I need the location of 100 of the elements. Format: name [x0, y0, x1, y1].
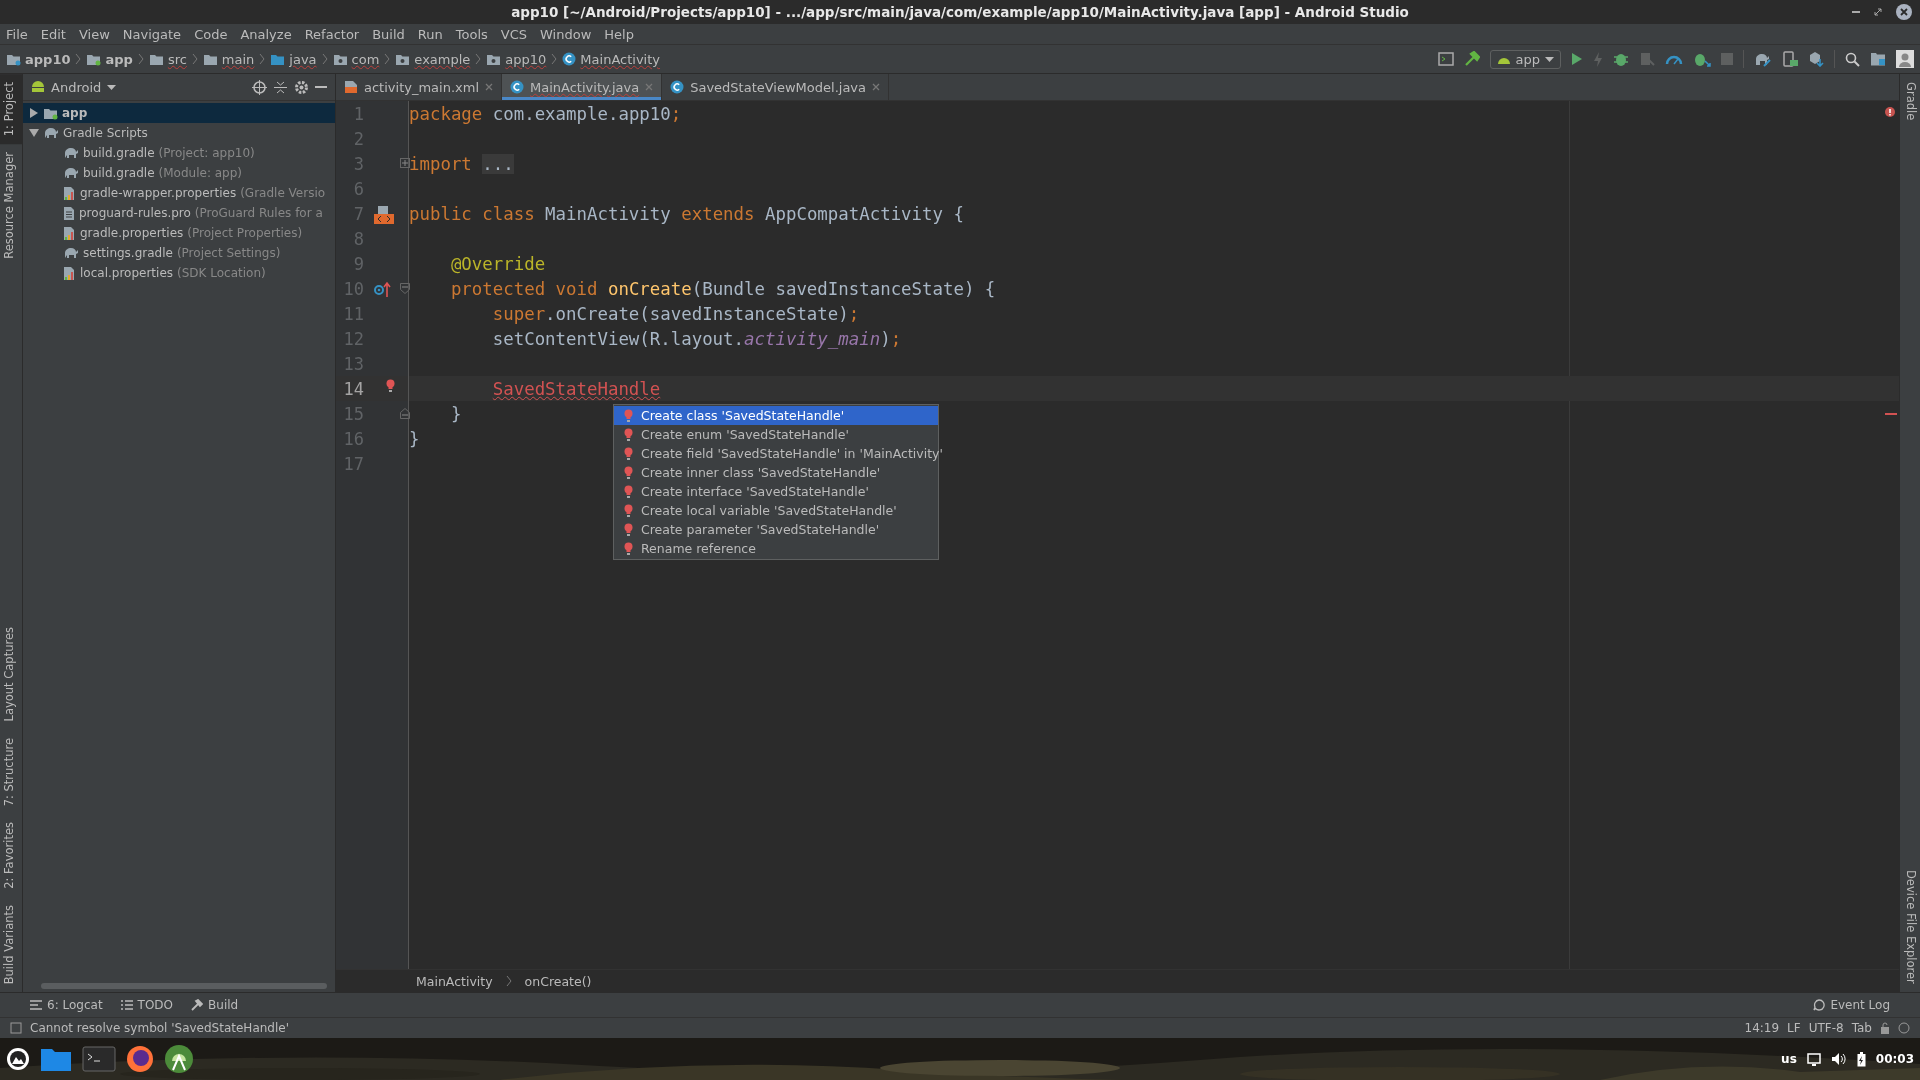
breadcrumb[interactable]: src [148, 51, 187, 67]
menu-item[interactable]: View [78, 26, 110, 42]
close-tab-icon[interactable] [485, 83, 493, 91]
search-icon[interactable] [1845, 51, 1860, 67]
project-view-dropdown[interactable]: Android [51, 79, 102, 95]
close-icon[interactable] [1896, 4, 1912, 20]
tool-window-tab[interactable]: Build Variants [0, 896, 22, 992]
tool-window-tab[interactable]: 6: Logcat [30, 998, 103, 1012]
menu-item[interactable]: Run [417, 26, 443, 42]
gauge-icon[interactable] [1665, 53, 1683, 65]
tree-item[interactable]: app [62, 106, 88, 120]
menu-item[interactable]: Refactor [304, 26, 360, 42]
tree-item[interactable]: gradle-wrapper.properties [80, 186, 237, 200]
run-icon[interactable] [1571, 52, 1583, 66]
breadcrumb[interactable]: app10 [6, 51, 71, 67]
scrollbar-thumb[interactable] [41, 983, 327, 989]
menu-item[interactable]: Tools [455, 26, 488, 42]
popup-item[interactable]: Create local variable 'SavedStateHandle' [614, 501, 938, 520]
popup-item[interactable]: Rename reference [614, 539, 938, 558]
status-item[interactable]: UTF-8 [1808, 1021, 1844, 1035]
override-icon[interactable] [374, 281, 392, 297]
attach-debugger-icon[interactable] [1693, 51, 1711, 67]
fold-expand-icon[interactable] [400, 158, 410, 168]
speaker-icon[interactable] [1830, 1052, 1847, 1066]
device-screen-icon[interactable] [1437, 52, 1454, 66]
collapse-all-icon[interactable] [273, 79, 288, 95]
breadcrumb[interactable]: example [395, 51, 471, 67]
dropdown-caret-icon[interactable] [107, 84, 117, 90]
tree-item[interactable]: local.properties [80, 266, 173, 280]
menu-item[interactable]: Help [604, 26, 634, 42]
tool-window-tab[interactable]: 2: Favorites [0, 813, 22, 897]
editor-tab[interactable]: MainActivity.java [502, 74, 663, 100]
tool-window-tab[interactable]: Resource Manager [0, 144, 22, 267]
expanded-arrow-icon[interactable] [29, 128, 39, 138]
status-item[interactable]: Tab [1851, 1021, 1872, 1035]
status-item[interactable]: 14:19 [1744, 1021, 1780, 1035]
avd-manager-icon[interactable] [1782, 51, 1798, 67]
tree-item[interactable]: build.gradle [83, 146, 155, 160]
fold-marker-icon[interactable] [400, 283, 410, 294]
terminal-icon[interactable] [82, 1046, 116, 1072]
popup-item[interactable]: Create parameter 'SavedStateHandle' [614, 520, 938, 539]
breadcrumb[interactable]: app10 [486, 51, 547, 67]
breadcrumb[interactable]: java [270, 51, 317, 67]
menu-item[interactable]: Code [194, 26, 228, 42]
tool-window-tab[interactable]: Device File Explorer [1900, 862, 1920, 992]
tool-window-tab[interactable]: Build [191, 998, 239, 1012]
popup-item[interactable]: Create enum 'SavedStateHandle' [614, 425, 938, 444]
battery-icon[interactable] [1856, 1051, 1866, 1067]
menu-item[interactable]: File [6, 26, 28, 42]
bulb-icon [624, 522, 633, 537]
sdk-manager-icon[interactable] [1808, 51, 1824, 67]
keyboard-layout[interactable]: us [1781, 1052, 1797, 1066]
android-studio-icon[interactable] [164, 1044, 194, 1074]
menu-item[interactable]: Window [540, 26, 592, 42]
breadcrumb[interactable]: onCreate() [524, 973, 592, 989]
event-log-button[interactable]: Event Log [1813, 998, 1890, 1012]
tree-item[interactable]: Gradle Scripts [63, 126, 148, 140]
menu-item[interactable]: Build [372, 26, 405, 42]
target-icon[interactable] [252, 79, 267, 95]
monitor-icon[interactable] [1806, 1052, 1821, 1066]
tool-window-tab[interactable]: 1: Project [0, 74, 22, 145]
hammer-icon[interactable] [1463, 51, 1480, 67]
panel-toggle-icon[interactable] [10, 1022, 22, 1034]
breadcrumb[interactable]: main [202, 51, 255, 67]
breadcrumb[interactable]: MainActivity [562, 51, 660, 67]
tool-window-tab[interactable]: Layout Captures [0, 619, 22, 730]
user-icon[interactable] [1896, 50, 1914, 68]
layout-file-icon[interactable] [374, 206, 394, 224]
project-structure-icon[interactable] [1870, 52, 1886, 66]
breadcrumb[interactable]: app [86, 51, 133, 67]
collapsed-arrow-icon[interactable] [29, 108, 39, 118]
popup-item[interactable]: Create interface 'SavedStateHandle' [614, 482, 938, 501]
settings-icon[interactable] [294, 79, 309, 95]
menu-item[interactable]: Analyze [240, 26, 292, 42]
bug-icon[interactable] [1613, 51, 1629, 67]
fold-marker-icon[interactable] [400, 408, 410, 419]
tool-window-tab[interactable]: Gradle [1900, 74, 1920, 129]
app-menu-icon[interactable] [6, 1047, 30, 1071]
browser-icon[interactable] [126, 1045, 154, 1073]
menu-item[interactable]: Edit [40, 26, 66, 42]
tree-item[interactable]: settings.gradle [83, 246, 173, 260]
editor-tab[interactable]: SavedStateViewModel.java [662, 74, 889, 100]
lock-icon[interactable] [1880, 1022, 1890, 1034]
close-tab-icon[interactable] [872, 83, 880, 91]
menu-item[interactable]: Navigate [122, 26, 182, 42]
breadcrumb[interactable]: MainActivity [416, 973, 493, 989]
run-configuration-dropdown[interactable]: app [1489, 49, 1561, 69]
tree-item[interactable]: build.gradle [83, 166, 155, 180]
tree-item[interactable]: gradle.properties [80, 226, 184, 240]
tree-item[interactable]: proguard-rules.pro [79, 206, 191, 220]
popup-item[interactable]: Create inner class 'SavedStateHandle' [614, 463, 938, 482]
restore-icon[interactable] [1874, 8, 1882, 16]
tool-window-tab[interactable]: TODO [120, 998, 174, 1012]
sync-icon[interactable] [1754, 51, 1772, 67]
tool-window-tab[interactable]: 7: Structure [0, 729, 22, 814]
breadcrumb[interactable]: com [332, 51, 380, 67]
popup-item[interactable]: Create class 'SavedStateHandle' [614, 406, 938, 425]
status-item[interactable]: LF [1787, 1021, 1801, 1035]
menu-item[interactable]: VCS [500, 26, 528, 42]
inspector-icon[interactable] [1898, 1022, 1910, 1034]
